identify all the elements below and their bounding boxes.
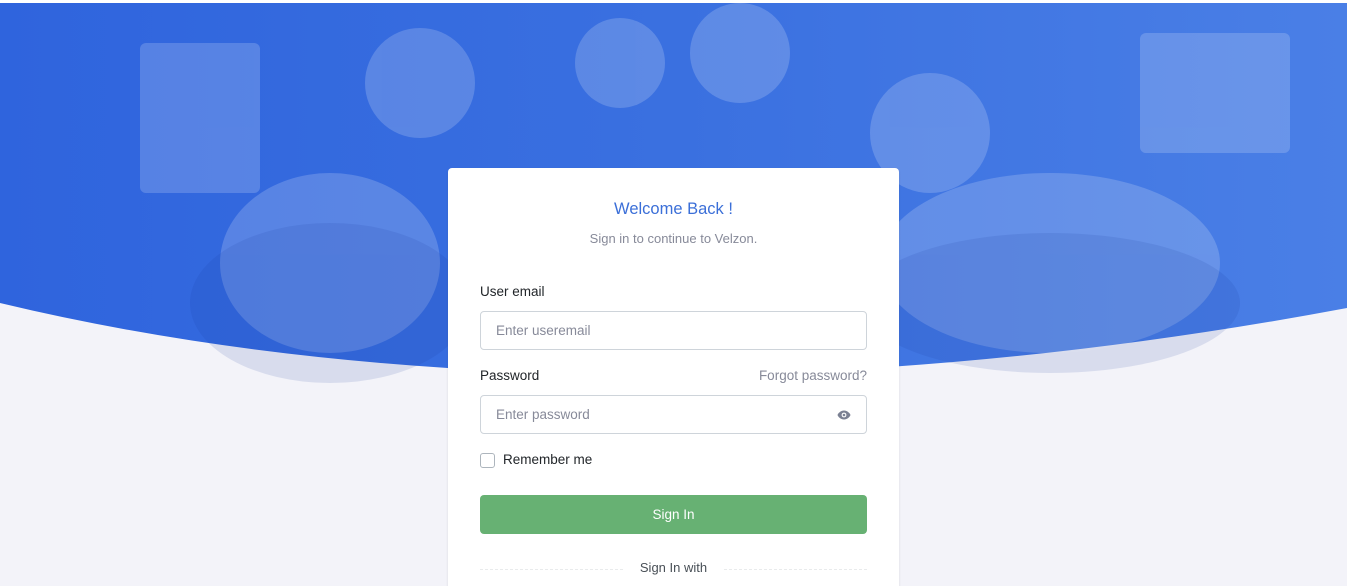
password-label: Password <box>480 368 540 383</box>
social-divider: Sign In with <box>480 560 867 576</box>
forgot-password-link[interactable]: Forgot password? <box>759 368 867 383</box>
remember-me-checkbox[interactable] <box>480 453 495 468</box>
sign-in-button[interactable]: Sign In <box>480 495 867 534</box>
email-label: User email <box>480 284 545 299</box>
sign-in-with-text: Sign In with <box>639 560 708 575</box>
eye-icon[interactable] <box>834 406 854 423</box>
email-field[interactable] <box>480 311 867 350</box>
password-field[interactable] <box>480 395 867 434</box>
remember-me-label[interactable]: Remember me <box>503 452 592 467</box>
divider-line-right <box>724 569 867 570</box>
login-card: Welcome Back ! Sign in to continue to Ve… <box>448 168 899 586</box>
page-title: Welcome Back ! <box>614 200 733 218</box>
page-subtitle: Sign in to continue to Velzon. <box>589 231 758 246</box>
